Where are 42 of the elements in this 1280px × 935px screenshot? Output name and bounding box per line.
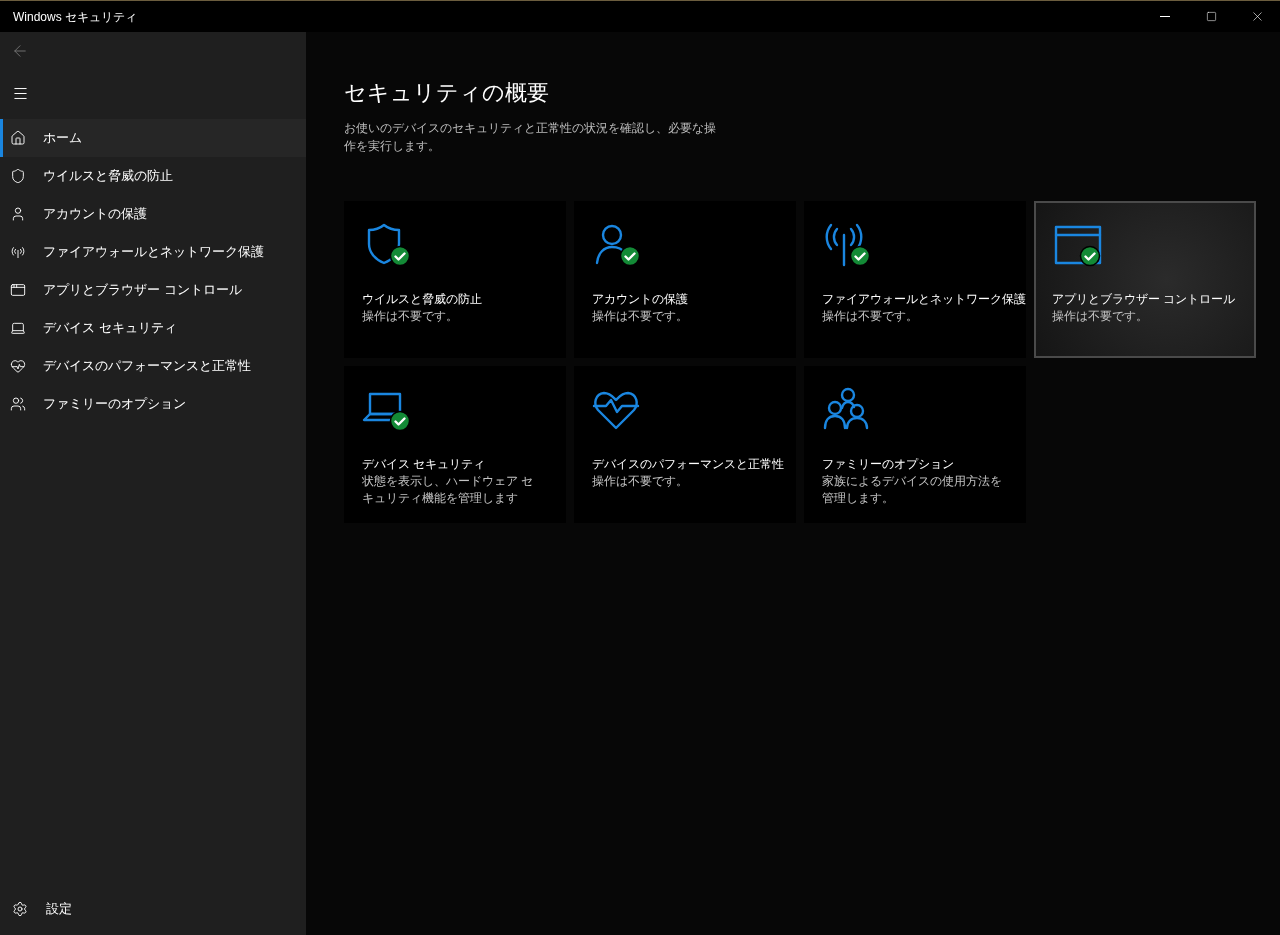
page-heading: セキュリティの概要	[344, 79, 550, 107]
maximize-icon	[1205, 11, 1217, 22]
settings-icon	[12, 901, 28, 917]
tile-title: アカウントの保護	[592, 292, 689, 307]
shield-icon	[9, 168, 26, 184]
status-tile[interactable]: アプリとブラウザー コントロール 操作は不要です。	[1034, 201, 1256, 358]
nav-item[interactable]: デバイス セキュリティ	[0, 309, 306, 347]
nav-item[interactable]: ホーム	[0, 119, 306, 157]
window-title: Windows セキュリティ	[13, 8, 138, 26]
heart-pulse-icon	[9, 358, 26, 374]
window-icon	[9, 282, 26, 298]
tile-title: ウイルスと脅威の防止	[362, 292, 483, 307]
status-tile[interactable]: ファイアウォールとネットワーク保護 操作は不要です。	[804, 201, 1026, 358]
status-tile[interactable]: デバイスのパフォーマンスと正常性 操作は不要です。	[574, 366, 796, 523]
nav-item[interactable]: アカウントの保護	[0, 195, 306, 233]
tile-title: デバイス セキュリティ	[362, 457, 487, 472]
status-tile[interactable]: ウイルスと脅威の防止 操作は不要です。	[344, 201, 566, 358]
tile-status: 操作は不要です。	[1052, 309, 1149, 324]
nav-item[interactable]: デバイスのパフォーマンスと正常性	[0, 347, 306, 385]
tile-status: 操作は不要です。	[822, 309, 919, 324]
minimize-icon	[1160, 16, 1170, 17]
nav-item[interactable]: ウイルスと脅威の防止	[0, 157, 306, 195]
tile-title: ファミリーのオプション	[822, 457, 955, 472]
tile-title: デバイスのパフォーマンスと正常性	[592, 457, 785, 472]
nav-item[interactable]: ファミリーのオプション	[0, 385, 306, 423]
tile-title: アプリとブラウザー コントロール	[1052, 292, 1237, 307]
tile-status: 操作は不要です。	[592, 309, 689, 324]
tile-status: 操作は不要です。	[592, 474, 689, 489]
status-tile[interactable]: アカウントの保護 操作は不要です。	[574, 201, 796, 358]
antenna-icon	[9, 244, 26, 260]
laptop-icon	[9, 320, 26, 336]
nav-item[interactable]: ファイアウォールとネットワーク保護	[0, 233, 306, 271]
status-tile[interactable]: ファミリーのオプション 家族によるデバイスの使用方法を管理します。	[804, 366, 1026, 523]
tile-status: 状態を表示し、ハードウェア セキュリティ機能を管理します	[362, 474, 535, 506]
settings-nav-item[interactable]: 設定	[0, 889, 306, 929]
tile-status: 家族によるデバイスの使用方法を管理します。	[822, 474, 1002, 506]
home-icon	[9, 130, 26, 146]
nav-item[interactable]: アプリとブラウザー コントロール	[0, 271, 306, 309]
tile-status: 操作は不要です。	[362, 309, 459, 324]
page-description: お使いのデバイスのセキュリティと正常性の状況を確認し、必要な操作を実行します。	[344, 120, 716, 155]
status-tile[interactable]: デバイス セキュリティ 状態を表示し、ハードウェア セキュリティ機能を管理します	[344, 366, 566, 523]
people-icon	[9, 396, 26, 412]
